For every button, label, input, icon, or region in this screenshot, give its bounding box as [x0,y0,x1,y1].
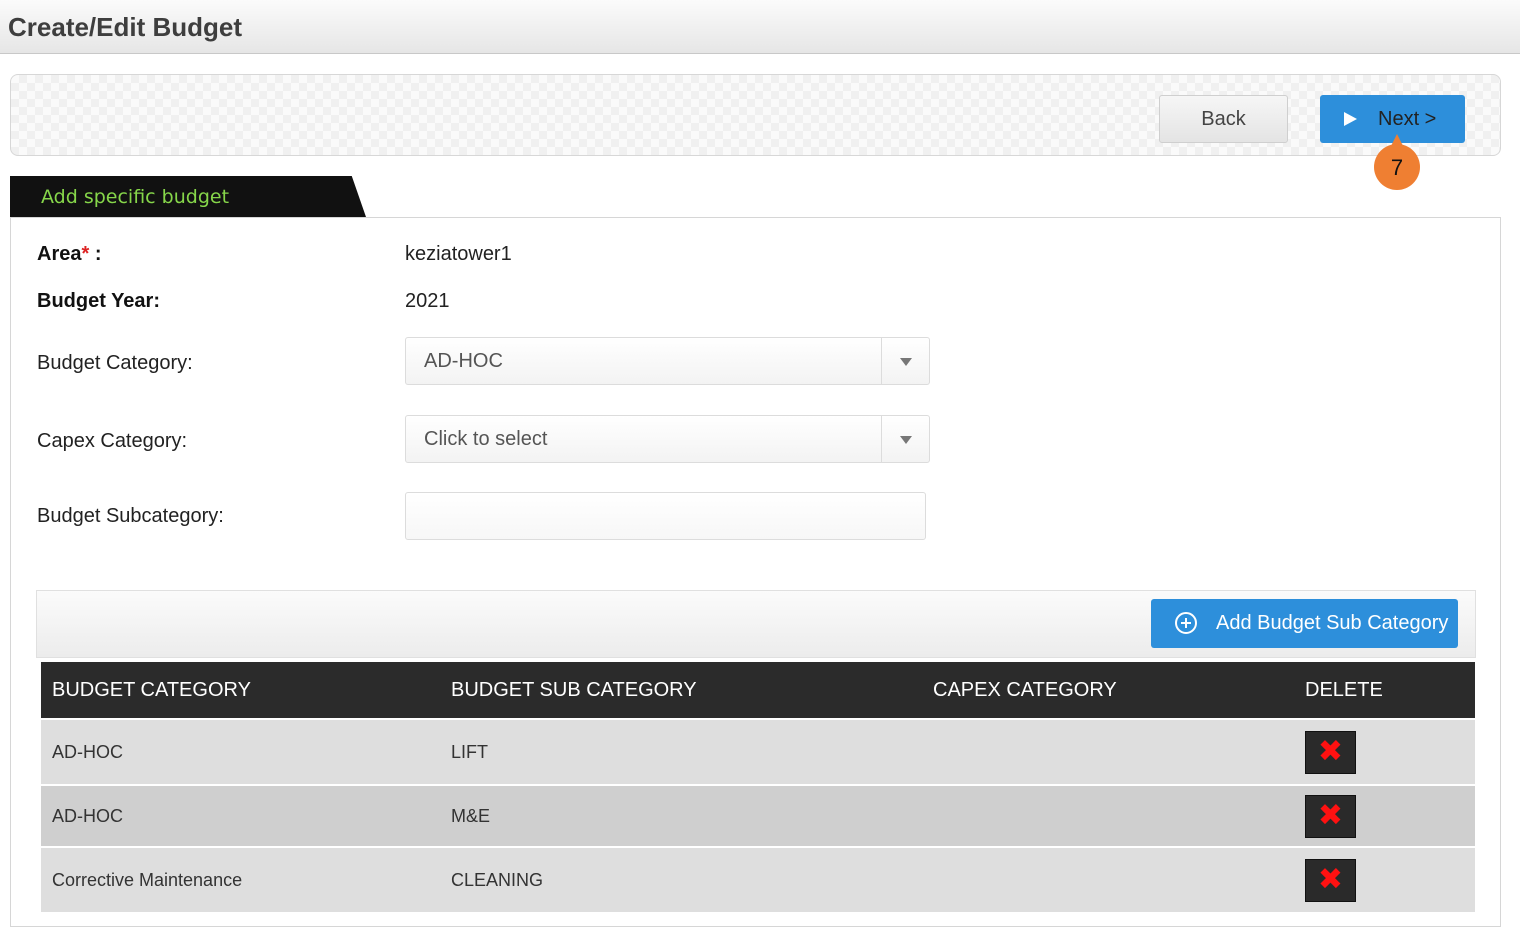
cell-budget-sub-category: CLEANING [440,846,922,912]
back-button[interactable]: Back [1159,95,1288,143]
cell-capex-category [922,784,1294,847]
cell-budget-category: AD-HOC [41,784,440,847]
red-x-icon: ✖ [1317,797,1344,833]
column-header-capex-category[interactable]: CAPEX CATEGORY [922,662,1294,719]
cell-budget-category: AD-HOC [41,718,440,785]
budget-year-label: Budget Year: [37,290,160,312]
column-header-delete: DELETE [1294,662,1475,719]
cell-capex-category [922,846,1294,912]
title-bar: Create/Edit Budget [0,0,1520,54]
capex-category-label: Capex Category: [37,430,188,452]
column-header-budget-sub-category[interactable]: BUDGET SUB CATEGORY [440,662,922,719]
red-x-icon: ✖ [1317,733,1344,769]
budget-category-label: Budget Category: [37,352,193,374]
table-row[interactable]: AD-HOC M&E ✖ [41,784,1475,847]
cell-delete: ✖ [1294,846,1475,912]
cell-budget-sub-category: LIFT [440,718,922,785]
delete-row-button[interactable]: ✖ [1305,858,1356,902]
cell-delete: ✖ [1294,784,1475,847]
add-budget-sub-category-button[interactable]: Add Budget Sub Category [1151,599,1458,648]
area-value: keziatower1 [405,243,512,265]
cell-capex-category [922,718,1294,785]
capex-category-select[interactable]: Click to select [405,415,930,463]
play-icon [1344,112,1357,126]
column-header-budget-category[interactable]: BUDGET CATEGORY [41,662,440,719]
cell-budget-sub-category: M&E [440,784,922,847]
dropdown-toggle[interactable] [881,416,929,462]
budget-subcategory-label: Budget Subcategory: [37,505,224,527]
table-row[interactable]: Corrective Maintenance CLEANING ✖ [41,846,1475,912]
step-badge: 7 [1374,144,1420,190]
table-row[interactable]: AD-HOC LIFT ✖ [41,718,1475,785]
plus-circle-icon [1175,612,1197,634]
caret-down-icon [900,436,912,444]
dropdown-toggle[interactable] [881,338,929,384]
tab-add-subcategories[interactable]: Add specific budget subcategories [10,176,366,217]
capex-category-placeholder: Click to select [424,428,548,450]
cell-budget-category: Corrective Maintenance [41,846,440,912]
red-x-icon: ✖ [1317,861,1344,897]
subcategory-table: BUDGET CATEGORY BUDGET SUB CATEGORY CAPE… [41,662,1475,912]
table-header-row: BUDGET CATEGORY BUDGET SUB CATEGORY CAPE… [41,662,1475,719]
budget-subcategory-input[interactable] [405,492,926,540]
budget-year-value: 2021 [405,290,450,312]
next-button-label: Next > [1378,108,1437,130]
area-label: Area* : [37,243,102,265]
add-button-label: Add Budget Sub Category [1216,612,1449,634]
delete-row-button[interactable]: ✖ [1305,730,1356,774]
budget-category-select[interactable]: AD-HOC [405,337,930,385]
cell-delete: ✖ [1294,718,1475,785]
delete-row-button[interactable]: ✖ [1305,794,1356,838]
caret-down-icon [900,358,912,366]
page-title: Create/Edit Budget [8,12,243,42]
budget-category-selected: AD-HOC [424,350,503,372]
